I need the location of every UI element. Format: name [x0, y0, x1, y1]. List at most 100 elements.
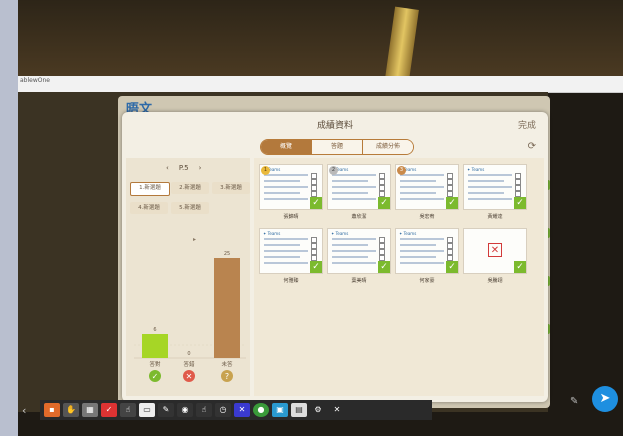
board-icon[interactable]: ▭	[139, 403, 155, 417]
student-name: 蕭欣潔	[351, 214, 367, 220]
sheet-line	[264, 256, 300, 258]
rank-badge: 1	[261, 166, 270, 175]
background-ceiling	[18, 0, 623, 78]
quiz-icon[interactable]: ✓	[101, 403, 117, 417]
student-card[interactable]: ✦ Teams ✓ 黃耀達	[463, 164, 527, 220]
sheet-line	[400, 238, 444, 240]
sheet-line	[332, 198, 376, 200]
check-icon: ✓	[446, 261, 458, 273]
sheet-line	[332, 250, 376, 252]
tab-overview[interactable]: 概覽	[261, 140, 311, 154]
sheet-line	[400, 250, 444, 252]
sheet-line	[400, 244, 436, 246]
sheet-header: ✦ Teams	[331, 231, 349, 236]
student-card[interactable]: ✕ ✓ 吳騰翊	[463, 228, 527, 284]
student-card[interactable]: ✦ Teams 1 ✓ 張錦晴	[259, 164, 323, 220]
check-icon: ✓	[378, 197, 390, 209]
answer-sheet-thumbnail: ✦ Teams ✓	[463, 164, 527, 210]
pen-icon[interactable]: ✎	[570, 396, 578, 407]
sheet-line	[468, 180, 504, 182]
next-slide-icon[interactable]: ➤	[592, 386, 618, 412]
prev-slide-icon[interactable]: ‹	[22, 404, 26, 417]
bar-value-0: 6	[153, 327, 156, 333]
app-icon[interactable]: ▪	[44, 403, 60, 417]
sheet-line	[332, 192, 368, 194]
dialog-title: 成績資料	[316, 121, 353, 131]
sheet-line	[264, 192, 300, 194]
student-card[interactable]: ✦ Teams ✓ 何家豪	[395, 228, 459, 284]
sheet-line	[264, 174, 308, 176]
check-icon: ✓	[446, 197, 458, 209]
category-label-2: 未答	[221, 360, 233, 368]
check-icon: ✓	[310, 261, 322, 273]
sheet-line	[332, 180, 368, 182]
done-button[interactable]: 完成	[518, 118, 536, 131]
answer-sheet-thumbnail: ✦ Teams ✓	[259, 228, 323, 274]
check-icon: ✓	[378, 261, 390, 273]
screen-icon[interactable]: ▣	[272, 403, 288, 417]
sheet-line	[332, 256, 368, 258]
score-dialog: 成績資料 完成 概覽 答題 成績分佈 ⟳ ‹ P.5 › 1.新選題 2.新選題…	[122, 112, 548, 402]
check-icon: ✓	[514, 261, 526, 273]
check-icon: ✓	[310, 197, 322, 209]
eye-icon[interactable]: ◉	[177, 403, 193, 417]
sheet-line	[400, 256, 436, 258]
sheet-line	[264, 244, 300, 246]
refresh-icon[interactable]: ⟳	[528, 141, 536, 152]
sheet-line	[400, 192, 436, 194]
settings-icon[interactable]: ⚙	[310, 403, 326, 417]
grid-icon[interactable]: ▦	[82, 403, 98, 417]
answer-chart: 6 答對 ✓ 0 答錯 ✕ 25 未答?	[134, 251, 246, 382]
answer-sheet-thumbnail: ✕ ✓	[463, 228, 527, 274]
vote-icon[interactable]: ✕	[234, 403, 250, 417]
sheet-line	[468, 186, 512, 188]
student-card[interactable]: ✦ Teams ✓ 何雅臻	[259, 228, 323, 284]
sheet-line	[264, 198, 308, 200]
pick-icon[interactable]: ☝	[120, 403, 136, 417]
pointer-icon[interactable]: ☝	[196, 403, 212, 417]
sheet-line	[332, 238, 376, 240]
question-panel: ‹ P.5 › 1.新選題 2.新選題 3.新選題 4.新選題 5.新選題 ▸ …	[126, 158, 250, 396]
answer-sheet-thumbnail: ✦ Teams ✓	[327, 228, 391, 274]
category-label-1: 答錯	[183, 360, 195, 368]
taskbar: ▪ ✋ ▦ ✓ ☝ ▭ ✎ ◉ ☝ ◷ ✕ ● ▣ ▤ ⚙ ✕	[40, 400, 432, 420]
sheet-line	[400, 186, 444, 188]
rank-badge: 3	[397, 166, 406, 175]
bar-value-1: 0	[187, 351, 190, 357]
student-card[interactable]: ✦ Teams ✓ 葉美晴	[327, 228, 391, 284]
sheet-line	[264, 250, 308, 252]
view-tabs: 概覽 答題 成績分佈	[260, 139, 414, 155]
pen-tool-icon[interactable]: ✎	[158, 403, 174, 417]
check-icon: ✓	[514, 197, 526, 209]
tab-distribution[interactable]: 成績分佈	[362, 140, 413, 154]
hand-icon[interactable]: ✋	[63, 403, 79, 417]
student-name: 吳宏宥	[419, 214, 435, 220]
sheet-line	[468, 174, 512, 176]
student-name: 何家豪	[419, 278, 435, 284]
missing-icon: ✕	[488, 243, 502, 257]
status-icon-glyph-1: ✕	[186, 372, 193, 381]
student-grid: ✦ Teams 1 ✓ 張錦晴 ✦ Teams 2 ✓ 蕭欣潔 ✦ Teams 3 ✓ 吳宏宥 ✦ Te…	[254, 158, 544, 396]
sheet-line	[332, 262, 376, 264]
status-icon-glyph-2: ?	[225, 372, 229, 381]
timer-icon[interactable]: ◷	[215, 403, 231, 417]
student-name: 吳騰翊	[487, 278, 503, 284]
sheet-header: ✦ Teams	[263, 231, 281, 236]
student-card[interactable]: ✦ Teams 2 ✓ 蕭欣潔	[327, 164, 391, 220]
sheet-line	[400, 180, 436, 182]
sheet-header: ✦ Teams	[467, 167, 485, 172]
student-card[interactable]: ✦ Teams 3 ✓ 吳宏宥	[395, 164, 459, 220]
rank-badge: 2	[329, 166, 338, 175]
status-icon-glyph-0: ✓	[152, 372, 159, 381]
camera-icon[interactable]: ▤	[291, 403, 307, 417]
close-icon[interactable]: ✕	[329, 403, 345, 417]
bar-2	[214, 258, 240, 358]
sheet-line	[400, 174, 444, 176]
answer-sheet-thumbnail: ✦ Teams 2 ✓	[327, 164, 391, 210]
tab-answers[interactable]: 答題	[311, 140, 362, 154]
score-icon[interactable]: ●	[253, 403, 269, 417]
student-name: 黃耀達	[487, 214, 503, 220]
background-wall	[0, 0, 18, 436]
student-name: 何雅臻	[283, 278, 299, 284]
answer-sheet-thumbnail: ✦ Teams 3 ✓	[395, 164, 459, 210]
